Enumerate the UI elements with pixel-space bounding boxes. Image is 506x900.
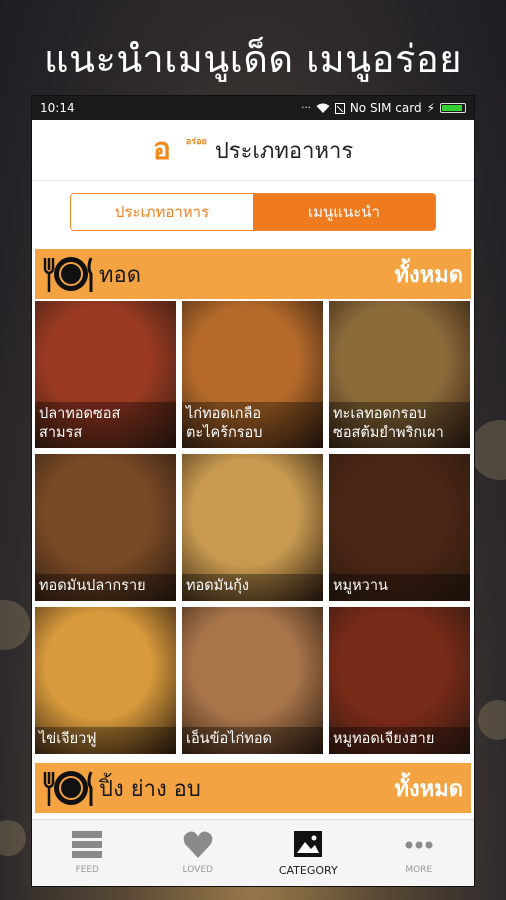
- tab-label: CATEGORY: [278, 863, 338, 877]
- charging-icon: ⚡: [426, 101, 435, 115]
- plate-icon: [41, 254, 95, 294]
- dish-tile[interactable]: ปลาทอดซอส สามรส: [35, 301, 176, 448]
- heart-icon: [183, 831, 213, 858]
- more-icon: [405, 841, 433, 849]
- segment-recommended[interactable]: เมนูแนะนำ: [253, 194, 435, 230]
- dish-tile[interactable]: เอ็นข้อไก่ทอด: [182, 607, 323, 754]
- dish-tile[interactable]: ไข่เจียวฟู: [35, 607, 176, 754]
- see-all-button[interactable]: ทั้งหมด: [394, 771, 463, 806]
- segmented-control: ประเภทอาหาร เมนูแนะนำ: [70, 193, 436, 231]
- dish-caption: หมูหวาน: [329, 574, 470, 601]
- tab-label: FEED: [75, 865, 99, 875]
- section-title: ปิ้ง ย่าง อบ: [99, 776, 201, 802]
- see-all-button[interactable]: ทั้งหมด: [394, 257, 463, 292]
- image-icon: [294, 830, 323, 857]
- dish-grid: ปลาทอดซอส สามรส ไก่ทอดเกลือ ตะไคร้กรอบ ท…: [35, 301, 471, 754]
- dish-tile[interactable]: หมูหวาน: [329, 454, 470, 601]
- dish-tile[interactable]: ไก่ทอดเกลือ ตะไคร้กรอบ: [182, 301, 323, 448]
- no-sim-icon: [334, 102, 345, 114]
- tab-more[interactable]: MORE: [364, 820, 475, 886]
- dish-caption: ไก่ทอดเกลือ ตะไคร้กรอบ: [182, 402, 323, 448]
- dish-tile[interactable]: ทอดมันปลากราย: [35, 454, 176, 601]
- background-bokeh: [470, 420, 506, 480]
- plate-icon: [41, 768, 95, 808]
- carrier-text: No SIM card: [349, 101, 422, 115]
- battery-icon: [440, 103, 466, 113]
- dish-caption: ทะเลทอดกรอบ ซอสต้มยำพริกเผา: [329, 402, 470, 448]
- phone-screen: 10:14 ··· No SIM card ⚡ อ อร่อย ประเภทอา…: [31, 95, 475, 887]
- tab-category[interactable]: CATEGORY: [253, 820, 364, 886]
- background-bokeh: [0, 600, 30, 650]
- dish-caption: หมูทอดเจียงฮาย: [329, 727, 470, 754]
- promo-headline: แนะนำเมนูเด็ด เมนูอร่อย: [44, 37, 462, 81]
- dish-tile[interactable]: ทะเลทอดกรอบ ซอสต้มยำพริกเผา: [329, 301, 470, 448]
- section-title: ทอด: [99, 262, 142, 288]
- wifi-icon: [316, 103, 330, 113]
- dish-caption: เอ็นข้อไก่ทอด: [182, 727, 323, 754]
- dish-tile[interactable]: ทอดมันกุ้ง: [182, 454, 323, 601]
- app-logo: อ อร่อย: [152, 132, 207, 167]
- feed-icon: [72, 831, 103, 858]
- segment-food-type[interactable]: ประเภทอาหาร: [71, 194, 253, 230]
- page-title: ประเภทอาหาร: [214, 138, 354, 164]
- status-bar: 10:14 ··· No SIM card ⚡: [32, 96, 474, 120]
- tab-label: MORE: [405, 865, 433, 875]
- section-header-grill: ปิ้ง ย่าง อบ ทั้งหมด: [35, 763, 471, 813]
- bottom-tab-bar: FEED LOVED CATEGORY MORE: [32, 819, 474, 886]
- background-bokeh: [478, 700, 506, 740]
- dish-caption: ทอดมันกุ้ง: [182, 574, 323, 601]
- tab-label: LOVED: [182, 865, 213, 875]
- section-header-fried: ทอด ทั้งหมด: [35, 249, 471, 299]
- dish-caption: ทอดมันปลากราย: [35, 574, 176, 601]
- dish-caption: ไข่เจียวฟู: [35, 727, 176, 754]
- tab-loved[interactable]: LOVED: [143, 820, 254, 886]
- more-icon: ···: [301, 102, 311, 114]
- tab-feed[interactable]: FEED: [32, 820, 143, 886]
- background-bokeh: [0, 820, 26, 856]
- dish-caption: ปลาทอดซอส สามรส: [35, 402, 176, 448]
- dish-tile[interactable]: หมูทอดเจียงฮาย: [329, 607, 470, 754]
- status-time: 10:14: [40, 101, 75, 115]
- app-bar: อ อร่อย ประเภทอาหาร: [32, 120, 474, 181]
